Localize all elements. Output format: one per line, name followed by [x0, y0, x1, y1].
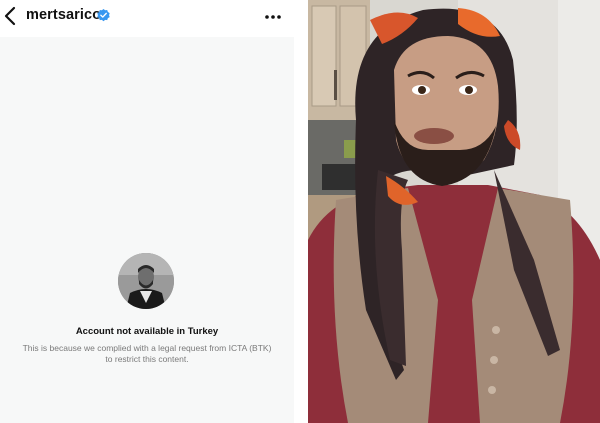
- profile-photo: [118, 253, 174, 309]
- restriction-description: This is because we complied with a legal…: [22, 343, 272, 364]
- profile-username: mertsarico: [26, 7, 102, 23]
- restricted-content-area: Account not available in Turkey This is …: [0, 37, 294, 423]
- profile-panel: mertsarico Account not available in Turk…: [0, 0, 306, 423]
- chevron-left-icon: [4, 6, 16, 26]
- back-button[interactable]: [2, 5, 20, 27]
- profile-header: mertsarico: [0, 0, 306, 34]
- avatar[interactable]: [118, 253, 174, 309]
- person-in-headscarf-image: [308, 0, 600, 423]
- more-horizontal-icon: [265, 15, 281, 19]
- selfie-photo: [308, 0, 600, 423]
- restriction-title: Account not available in Turkey: [75, 326, 219, 337]
- more-options-button[interactable]: [262, 10, 284, 22]
- verified-badge-icon: [97, 8, 110, 22]
